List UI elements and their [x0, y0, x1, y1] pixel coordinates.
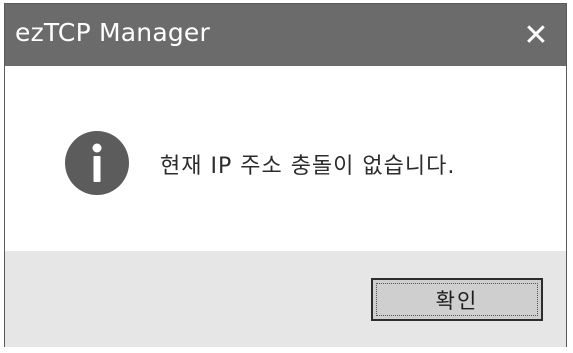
- window-title: ezTCP Manager: [15, 18, 210, 47]
- message-dialog: ezTCP Manager ✕ 현재 IP 주소 충돌이 없습니다. 확인: [4, 3, 567, 347]
- ok-button-label: 확인: [435, 288, 479, 313]
- close-button[interactable]: ✕: [506, 4, 566, 66]
- button-bar: 확인: [5, 251, 566, 347]
- title-bar: ezTCP Manager ✕: [5, 4, 566, 66]
- dialog-message: 현재 IP 주소 충돌이 없습니다.: [160, 154, 456, 179]
- close-icon: ✕: [523, 17, 549, 53]
- dialog-content: 현재 IP 주소 충돌이 없습니다.: [5, 66, 566, 251]
- ok-button[interactable]: 확인: [371, 278, 543, 321]
- info-icon: [65, 131, 129, 195]
